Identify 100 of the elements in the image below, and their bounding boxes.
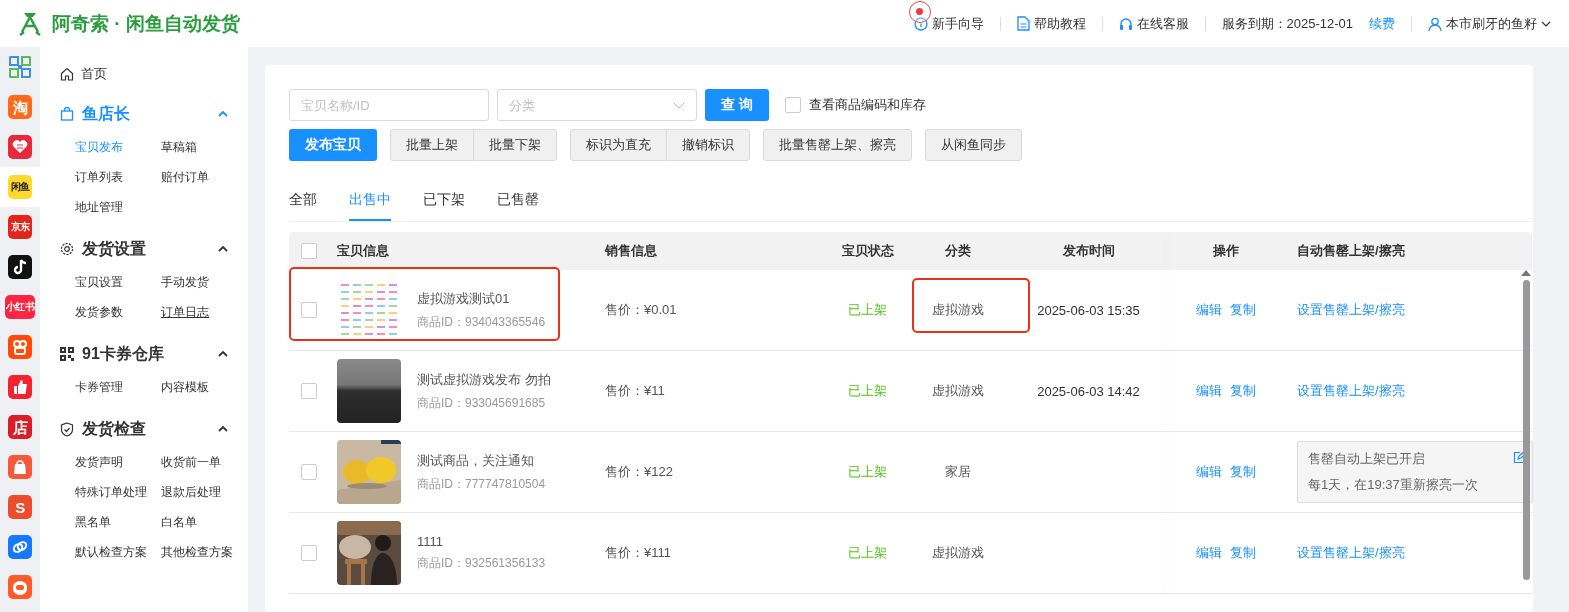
bag-icon: [60, 107, 74, 121]
user-icon: [1428, 16, 1442, 31]
sidebar-item[interactable]: 发货参数: [75, 297, 161, 327]
home-link[interactable]: 首页: [60, 61, 248, 87]
action-button[interactable]: 标识为直充: [570, 129, 667, 161]
action-button[interactable]: 从闲鱼同步: [925, 129, 1022, 161]
sidebar-item[interactable]: 卡券管理: [75, 372, 161, 402]
row-checkbox[interactable]: [301, 302, 317, 318]
sidebar-item[interactable]: 订单列表: [75, 162, 161, 192]
auto-relist-info: 售罄自动上架已开启: [1308, 450, 1426, 468]
sidebar-item[interactable]: 黑名单: [75, 507, 161, 537]
app-icon[interactable]: 小红书: [4, 295, 36, 319]
price: 售价：¥11: [605, 382, 665, 400]
product-id: 商品ID：777747810504: [417, 475, 546, 493]
sidebar-item[interactable]: 地址管理: [75, 192, 161, 222]
column-header: 发布时间: [1061, 242, 1116, 260]
header-link[interactable]: 新手向导: [913, 14, 984, 33]
link-app-icon[interactable]: [8, 535, 32, 559]
edit-icon[interactable]: [1513, 451, 1526, 464]
product-title: 1111: [417, 534, 445, 549]
sidebar-item[interactable]: 退款后处理: [161, 477, 247, 507]
sidebar-item[interactable]: 内容模板: [161, 372, 247, 402]
sidebar-item[interactable]: 其他检查方案: [161, 537, 247, 567]
chevron-up-icon: [218, 246, 228, 252]
shopping-bag-app-icon[interactable]: [8, 455, 32, 479]
category-text: 虚拟游戏: [931, 382, 984, 400]
category-select[interactable]: 分类: [497, 89, 697, 121]
app-icon[interactable]: S: [8, 495, 32, 519]
action-button[interactable]: 批量下架: [473, 129, 557, 161]
app-icon[interactable]: 京东: [8, 215, 32, 239]
grid-app-icon[interactable]: [8, 55, 32, 79]
chevron-up-icon: [218, 111, 228, 117]
price: 售价：¥122: [605, 463, 673, 481]
product-title: 测试商品，关注通知: [417, 451, 535, 470]
header-link[interactable]: 在线客服: [1118, 14, 1189, 33]
sidebar-group[interactable]: 91卡券仓库: [60, 339, 248, 369]
row-checkbox[interactable]: [301, 383, 317, 399]
heart-app-icon[interactable]: [8, 135, 32, 159]
app-icon[interactable]: 闲鱼: [8, 175, 32, 199]
thumbs-up-app-icon[interactable]: [8, 375, 32, 399]
column-header: 自动售罄上架/擦亮: [1296, 242, 1406, 260]
product-title: 虚拟游戏测试01: [417, 289, 511, 308]
sidebar-item[interactable]: 订单日志: [161, 297, 247, 327]
chevron-up-icon: [218, 426, 228, 432]
search-field[interactable]: 宝贝名称/ID: [289, 89, 489, 121]
select-all-checkbox[interactable]: [301, 243, 317, 259]
product-id: 商品ID：934043365546: [417, 313, 546, 331]
app-icon[interactable]: 店: [8, 415, 32, 439]
settings-icon: [60, 242, 74, 256]
category-text: 家居: [944, 463, 971, 481]
chevron-up-icon: [218, 351, 228, 357]
status-text: 已上架: [848, 301, 887, 319]
sidebar-item[interactable]: 特殊订单处理: [75, 477, 161, 507]
auto-relist-info: 每1天，在19:37重新擦亮一次: [1308, 476, 1479, 494]
brand-title: 阿奇索 · 闲鱼自动发货: [52, 11, 240, 36]
sidebar-item[interactable]: 白名单: [161, 507, 247, 537]
qr-grid-icon: [60, 347, 74, 361]
checkbox[interactable]: [784, 97, 801, 113]
header-link[interactable]: 帮助教程: [1016, 14, 1086, 33]
face-app-icon[interactable]: [8, 575, 32, 599]
action-button[interactable]: 批量售罄上架、擦亮: [763, 129, 912, 161]
status-text: 已上架: [848, 544, 887, 562]
column-header: 宝贝信息: [336, 242, 390, 260]
shield-icon: [60, 421, 74, 437]
tab[interactable]: 已售罄: [497, 183, 539, 221]
help-circle-icon: [913, 16, 928, 31]
column-header: 销售信息: [605, 242, 658, 260]
category-text: 虚拟游戏: [931, 544, 984, 562]
row-checkbox[interactable]: [301, 464, 317, 480]
sidebar-group[interactable]: 发货设置: [60, 234, 248, 264]
rings-app-icon[interactable]: [8, 335, 32, 359]
sidebar-item[interactable]: 发货声明: [75, 447, 161, 477]
chevron-down-icon: [673, 102, 685, 109]
sidebar-group[interactable]: 发货检查: [60, 414, 248, 444]
publish-time: 2025-06-03 14:42: [1037, 383, 1140, 399]
document-icon: [1016, 16, 1030, 31]
tab[interactable]: 已下架: [423, 183, 465, 221]
column-header: 操作: [1212, 242, 1240, 260]
music-note-app-icon[interactable]: [8, 255, 32, 279]
column-header: 宝贝状态: [840, 242, 895, 260]
product-title: 测试虚拟游戏发布 勿拍: [417, 370, 551, 389]
sidebar-item[interactable]: 宝贝设置: [75, 267, 161, 297]
service-expiry: 服务到期：2025-12-01: [1221, 14, 1353, 33]
sidebar-item[interactable]: 默认检查方案: [75, 537, 161, 567]
tab[interactable]: 全部: [289, 183, 317, 221]
user-menu[interactable]: 本市刷牙的鱼籽: [1428, 14, 1551, 33]
chevron-down-icon: [1541, 20, 1551, 27]
column-header: 分类: [943, 242, 972, 260]
sidebar-item[interactable]: 手动发货: [161, 267, 247, 297]
headset-icon: [1118, 16, 1133, 31]
status-text: 已上架: [848, 463, 887, 481]
category-text: 虚拟游戏: [931, 301, 984, 319]
action-button[interactable]: 撤销标识: [666, 129, 750, 161]
scroll-up-arrow-icon[interactable]: [1521, 270, 1531, 276]
action-button[interactable]: 批量上架: [390, 129, 474, 161]
publish-time: 2025-06-03 15:35: [1037, 302, 1140, 318]
sidebar-item[interactable]: 收货前一单: [161, 447, 247, 477]
sidebar-item[interactable]: 赔付订单: [161, 162, 247, 192]
row-checkbox[interactable]: [301, 545, 317, 561]
sidebar-item[interactable]: 草稿箱: [161, 132, 247, 162]
